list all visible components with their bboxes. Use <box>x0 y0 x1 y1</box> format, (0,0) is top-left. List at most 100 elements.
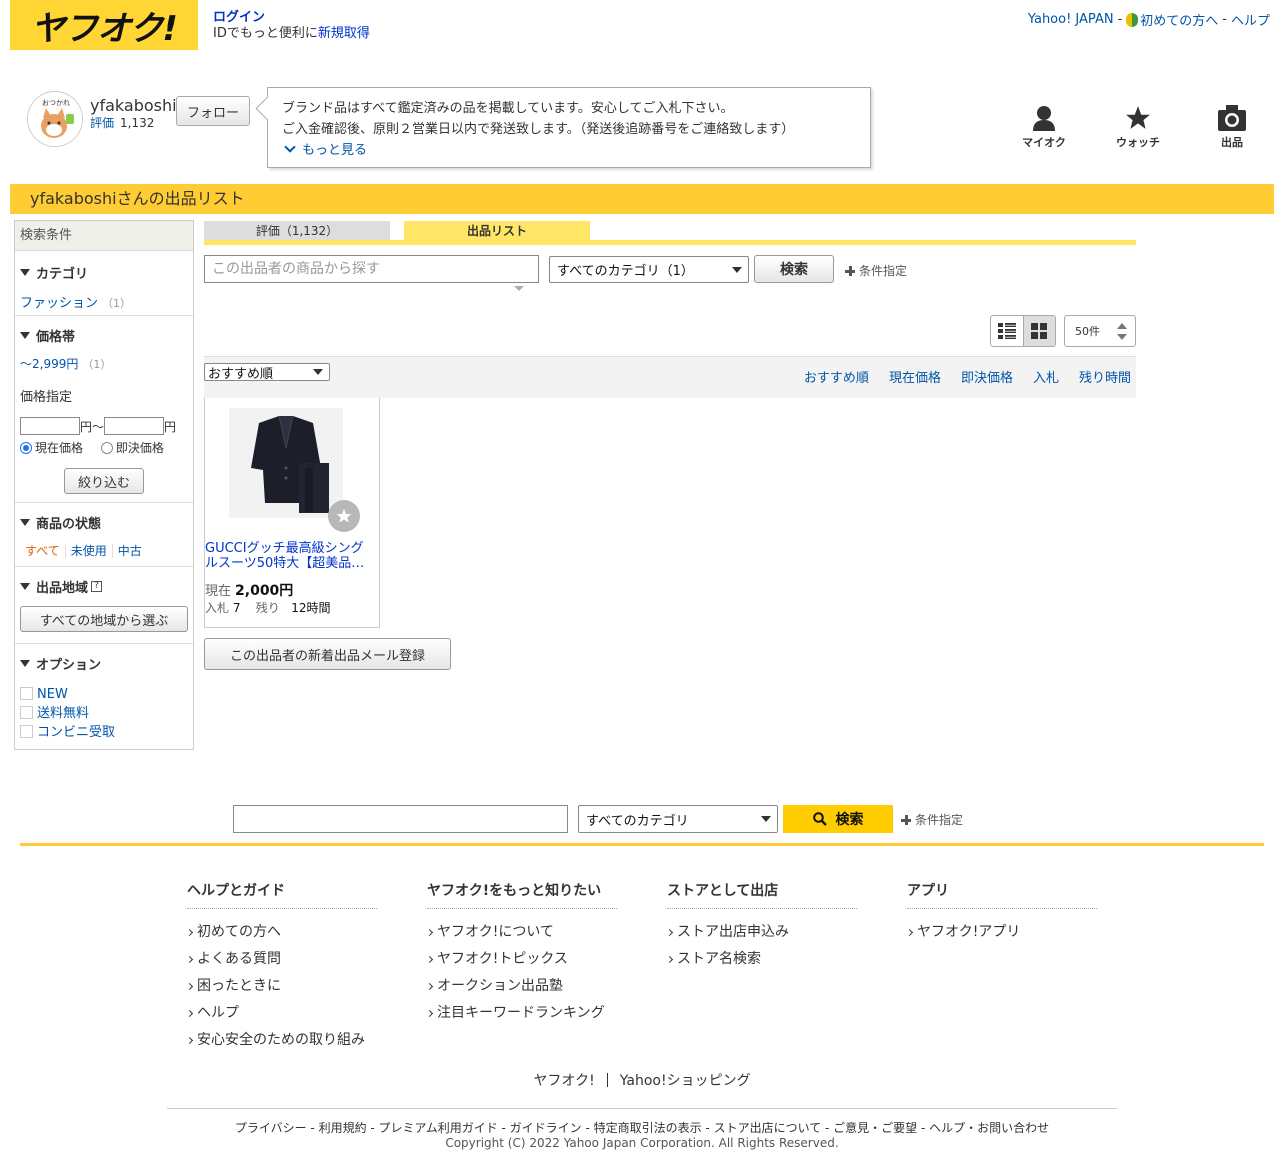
footer-link[interactable]: 安心安全のための取り組み <box>187 1027 377 1054</box>
option-free-shipping-checkbox[interactable] <box>20 706 33 719</box>
stepper-arrows-icon[interactable] <box>1117 322 1127 340</box>
category-select-value: すべてのカテゴリ（1） <box>557 264 694 279</box>
search-button[interactable]: 検索 <box>754 255 834 283</box>
login-sub-text: IDでもっと便利に <box>213 26 318 41</box>
radio-current-price-label: 現在価格 <box>35 441 84 455</box>
select-all-regions-button[interactable]: すべての地域から選ぶ <box>20 606 188 632</box>
footer-sites: ヤフオク! Yahoo!ショッピング <box>0 1070 1284 1090</box>
sort-current-price[interactable]: 現在価格 <box>889 367 941 386</box>
option-free-shipping-label[interactable]: 送料無料 <box>37 706 89 721</box>
sort-recommended[interactable]: おすすめ順 <box>804 367 869 386</box>
grid-view-icon[interactable] <box>1022 316 1055 346</box>
sort-remaining-time[interactable]: 残り時間 <box>1079 367 1131 386</box>
footer-link[interactable]: 困ったときに <box>187 973 377 1000</box>
seller-search-input[interactable]: この出品者の商品から探す <box>204 255 539 283</box>
category-item-fashion[interactable]: ファッション <box>20 296 98 311</box>
sort-select[interactable]: おすすめ順 <box>204 363 330 382</box>
item-image[interactable] <box>229 408 343 518</box>
option-conveni-checkbox[interactable] <box>20 725 33 738</box>
list-view-icon[interactable] <box>991 316 1023 346</box>
narrow-down-button[interactable]: 絞り込む <box>64 468 144 494</box>
condition-specify-link[interactable]: 条件指定 <box>845 262 907 279</box>
item-title-link[interactable]: GUCCIグッチ最高級シングルスーツ50特大【超美品… <box>205 541 375 571</box>
footer-condition-specify-label: 条件指定 <box>915 813 964 827</box>
help-link[interactable]: ヘルプ <box>1231 10 1270 29</box>
beginner-link-label: 初めての方へ <box>1140 14 1219 29</box>
seller-name[interactable]: yfakaboshi <box>90 96 177 115</box>
condition-used[interactable]: 中古 <box>111 544 147 558</box>
nav-watch[interactable]: ウォッチ <box>1108 104 1168 150</box>
option-conveni-label[interactable]: コンビニ受取 <box>37 725 115 740</box>
footer-category-select[interactable]: すべてのカテゴリ <box>578 805 778 833</box>
footer-link[interactable]: ヤフオク!アプリ <box>907 919 1097 946</box>
yahuoku-logo[interactable]: ヤフオク! <box>10 0 198 50</box>
per-page-stepper[interactable]: 50件 <box>1064 315 1136 347</box>
region-toggle[interactable]: 出品地域? <box>20 577 188 596</box>
seller-rating-link[interactable]: 評価 <box>90 116 114 130</box>
tab-listing[interactable]: 出品リスト <box>404 221 590 241</box>
sort-buynow-price[interactable]: 即決価格 <box>961 367 1013 386</box>
chevron-down-icon <box>761 816 771 822</box>
beginner-link[interactable]: 初めての方へ <box>1126 10 1218 29</box>
footer-site-yahuoku[interactable]: ヤフオク! <box>533 1073 594 1089</box>
price-max-input[interactable] <box>104 417 165 435</box>
help-question-icon[interactable]: ? <box>91 581 103 592</box>
footer-link[interactable]: ヘルプ <box>187 1000 377 1027</box>
condition-toggle[interactable]: 商品の状態 <box>20 513 188 532</box>
tab-rating[interactable]: 評価（1,132） <box>204 221 390 241</box>
notice-line-1: ブランド品はすべて鑑定済みの品を掲載しています。安心してご入札下さい。 <box>282 101 734 116</box>
option-toggle[interactable]: オプション <box>20 654 188 673</box>
radio-buynow-price[interactable]: 即決価格 <box>100 441 164 455</box>
register-link[interactable]: 新規取得 <box>318 26 370 41</box>
footer-site-shopping[interactable]: Yahoo!ショッピング <box>620 1073 751 1089</box>
footer-link[interactable]: オークション出品塾 <box>427 973 617 1000</box>
price-range-link[interactable]: 〜2,999円 <box>20 357 78 371</box>
item-remaining-value: 12時間 <box>291 601 331 615</box>
footer-link[interactable]: 初めての方へ <box>187 919 377 946</box>
radio-buynow-price-label: 即決価格 <box>115 441 164 455</box>
footer-link[interactable]: よくある質問 <box>187 946 377 973</box>
condition-unused[interactable]: 未使用 <box>64 544 112 558</box>
price-toggle[interactable]: 価格帯 <box>20 326 188 345</box>
option-free-shipping[interactable]: 送料無料 <box>20 704 188 723</box>
option-new[interactable]: NEW <box>20 685 188 704</box>
show-more-link[interactable]: もっと見る <box>282 141 367 158</box>
new-listing-mail-button[interactable]: この出品者の新着出品メール登録 <box>204 638 451 670</box>
tab-underline <box>204 240 1136 245</box>
item-remaining-label: 残り <box>255 601 280 615</box>
option-new-label[interactable]: NEW <box>37 687 68 702</box>
footer-condition-specify-link[interactable]: 条件指定 <box>901 811 963 828</box>
nav-sell[interactable]: 出品 <box>1202 104 1262 150</box>
item-bids-label: 入札 <box>205 601 230 615</box>
watch-star-button[interactable] <box>328 500 360 532</box>
nav-myauc[interactable]: マイオク <box>1014 104 1074 150</box>
region-title: 出品地域 <box>36 581 89 596</box>
footer-col-help: ヘルプとガイド 初めての方へ よくある質問 困ったときに ヘルプ 安心安全のため… <box>187 880 377 1054</box>
option-conveni[interactable]: コンビニ受取 <box>20 723 188 742</box>
follow-button[interactable]: フォロー <box>176 96 250 126</box>
footer-link[interactable]: 注目キーワードランキング <box>427 1000 617 1027</box>
yahoo-japan-link[interactable]: Yahoo! JAPAN <box>1028 12 1114 27</box>
footer-search-input[interactable] <box>233 805 568 833</box>
category-toggle[interactable]: カテゴリ <box>20 263 188 282</box>
plus-icon <box>901 814 911 825</box>
footer-search-button[interactable]: 検索 <box>783 805 893 833</box>
footer-link[interactable]: ヤフオク!トピックス <box>427 946 617 973</box>
chevron-down-icon <box>284 141 296 153</box>
footer-link[interactable]: ストア出店申込み <box>667 919 857 946</box>
footer-legal-links[interactable]: プライバシー - 利用規約 - プレミアム利用ガイド - ガイドライン - 特定… <box>0 1119 1284 1136</box>
option-new-checkbox[interactable] <box>20 687 33 700</box>
login-link[interactable]: ログイン <box>213 10 265 25</box>
footer-link[interactable]: ヤフオク!について <box>427 919 617 946</box>
chevron-down-icon <box>732 266 742 273</box>
nav-watch-label: ウォッチ <box>1116 136 1160 149</box>
radio-current-price[interactable]: 現在価格 <box>20 441 83 455</box>
price-min-input[interactable] <box>20 417 80 435</box>
condition-all[interactable]: すべて <box>20 544 65 558</box>
footer-link[interactable]: ストア名検索 <box>667 946 857 973</box>
condition-specify-label: 条件指定 <box>859 264 908 278</box>
seller-avatar[interactable]: おつかれ <box>27 91 83 147</box>
search-icon <box>812 812 827 826</box>
category-select[interactable]: すべてのカテゴリ（1） <box>549 256 749 283</box>
sort-bids[interactable]: 入札 <box>1033 367 1059 386</box>
